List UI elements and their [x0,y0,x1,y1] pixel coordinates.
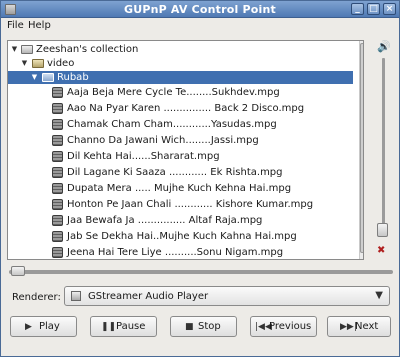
tree-item-label: Chamak Cham Cham............Yasudas.mpg [67,119,277,130]
folder-icon [42,73,54,82]
tree-root-label: Zeeshan's collection [36,44,139,55]
close-button[interactable]: × [383,3,396,15]
title-bar[interactable]: GUPnP AV Control Point _ □ × [1,1,399,18]
next-button[interactable]: ▶▶| Next [327,316,391,337]
tree-item-label: Aao Na Pyar Karen ............... Back 2… [67,103,305,114]
tree-item-label: Aaja Beja Mere Cycle Te........Sukhdev.m… [67,87,280,98]
tree-item[interactable]: Dupata Mera ..... Mujhe Kuch Kehna Hai.m… [8,182,353,195]
folder-icon [32,59,44,68]
play-button-label: Play [39,321,60,332]
media-file-icon [52,247,63,258]
maximize-button[interactable]: □ [367,3,380,15]
volume-slider-handle[interactable] [377,223,388,237]
mute-icon[interactable]: ✖ [377,245,389,257]
play-button[interactable]: ▶ Play [10,316,77,337]
tree-selected-label: Rubab [57,72,89,83]
media-file-icon [52,167,63,178]
tree-item[interactable]: Channo Da Jawani Wich........Jassi.mpg [8,134,353,147]
stop-button[interactable]: ■ Stop [170,316,237,337]
expand-icon[interactable]: ▼ [30,73,39,82]
tree-item-label: Jeena Hai Tere Liye ..........Sonu Nigam… [67,247,284,258]
tree-scrollbar[interactable] [359,41,363,259]
minimize-button[interactable]: _ [351,3,364,15]
seek-slider-handle[interactable] [11,266,25,276]
volume-icon: 🔊 [377,40,391,53]
tree-item-label: Dil Kehta Hai......Shararat.mpg [67,151,220,162]
volume-slider[interactable] [382,58,385,236]
pause-button-label: Pause [116,321,146,332]
tree-item-label: Honton Pe Jaan Chali ............ Kishor… [67,199,314,210]
tree-video-label: video [47,58,75,69]
pause-button[interactable]: ❚❚ Pause [90,316,157,337]
media-file-icon [52,103,63,114]
media-file-icon [52,183,63,194]
tree-item[interactable]: Aaja Beja Mere Cycle Te........Sukhdev.m… [8,86,353,99]
tree-item[interactable]: Honton Pe Jaan Chali ............ Kishor… [8,198,353,211]
renderer-device-icon [71,291,81,301]
tree-selected-row[interactable]: ▼ Rubab [8,71,353,84]
chevron-down-icon: ▼ [375,290,383,301]
tree-item-label: Dil Lagane Ki Saaza ............ Ek Rish… [67,167,283,178]
menu-file[interactable]: File [7,20,24,31]
main-window: GUPnP AV Control Point _ □ × File Help ▼… [0,0,400,357]
stop-button-label: Stop [198,321,221,332]
seek-slider[interactable] [9,270,393,274]
next-button-label: Next [355,321,379,332]
renderer-select[interactable]: GStreamer Audio Player ▼ [64,286,390,306]
expand-icon[interactable]: ▼ [20,59,29,68]
stop-icon: ■ [185,322,194,332]
media-file-icon [52,135,63,146]
tree-item[interactable]: Aao Na Pyar Karen ............... Back 2… [8,102,353,115]
window-title: GUPnP AV Control Point [123,3,277,16]
previous-button-label: Previous [269,321,312,332]
tree-root-row[interactable]: ▼ Zeeshan's collection [8,43,353,56]
menu-help[interactable]: Help [28,20,51,31]
pause-icon: ❚❚ [101,322,117,332]
media-file-icon [52,199,63,210]
drive-icon [21,45,33,54]
previous-button[interactable]: |◀◀ Previous [250,316,317,337]
content-tree[interactable]: ▼ Zeeshan's collection ▼ video ▼ Rubab A… [7,40,364,260]
renderer-select-value: GStreamer Audio Player [88,291,209,302]
renderer-label: Renderer: [12,292,61,303]
tree-item-label: Jab Se Dekha Hai..Mujhe Kuch Kahna Hai.m… [67,231,297,242]
play-icon: ▶ [25,322,32,332]
menu-bar: File Help [1,18,399,34]
tree-item[interactable]: Jaa Bewafa Ja ............... Altaf Raja… [8,214,353,227]
tree-item-label: Jaa Bewafa Ja ............... Altaf Raja… [67,215,263,226]
media-file-icon [52,231,63,242]
tree-item[interactable]: Jeena Hai Tere Liye ..........Sonu Nigam… [8,246,353,259]
media-file-icon [52,215,63,226]
media-file-icon [52,119,63,130]
tree-item[interactable]: Dil Lagane Ki Saaza ............ Ek Rish… [8,166,353,179]
tree-item-label: Dupata Mera ..... Mujhe Kuch Kehna Hai.m… [67,183,292,194]
media-file-icon [52,87,63,98]
tree-item-label: Channo Da Jawani Wich........Jassi.mpg [67,135,259,146]
tree-item[interactable]: Jab Se Dekha Hai..Mujhe Kuch Kahna Hai.m… [8,230,353,243]
tree-item[interactable]: Chamak Cham Cham............Yasudas.mpg [8,118,353,131]
expand-icon[interactable]: ▼ [10,45,19,54]
tree-scrollbar-thumb[interactable] [360,43,363,253]
media-file-icon [52,151,63,162]
tree-item[interactable]: Dil Kehta Hai......Shararat.mpg [8,150,353,163]
tree-video-row[interactable]: ▼ video [8,57,353,70]
